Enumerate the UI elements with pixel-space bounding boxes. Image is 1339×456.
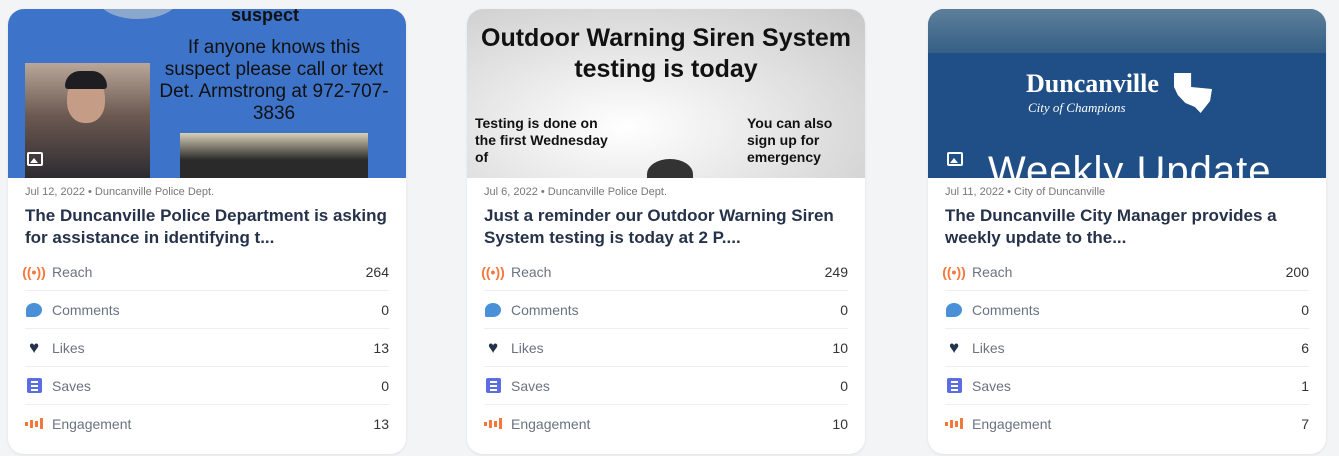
metric-value: 6 [1301,339,1309,356]
post-meta: Jul 6, 2022 • Duncanville Police Dept. [484,186,668,198]
metric-label: Likes [511,339,544,356]
engagement-icon [25,418,43,430]
metric-saves: Saves 0 [25,367,389,405]
post-card[interactable]: Duncanville City of Champions Weekly Upd… [928,9,1326,454]
post-meta: Jul 11, 2022 • City of Duncanville [945,186,1106,198]
metric-label: Reach [972,263,1013,280]
comment-icon [485,302,501,317]
metric-value: 249 [824,263,848,280]
post-title[interactable]: The Duncanville Police Department is ask… [25,205,389,249]
siren-image [647,159,693,178]
metric-value: 1 [1301,377,1309,394]
post-thumbnail[interactable]: Outdoor Warning Siren System testing is … [467,9,865,178]
metric-label: Reach [52,263,93,280]
image-icon [27,152,43,166]
heart-icon: ♥ [28,337,40,357]
metric-label: Engagement [511,415,591,432]
thumbnail-left-text: Testing is done on the first Wednesday o… [475,115,608,165]
heart-icon: ♥ [948,337,960,357]
metric-reach: ((•)) Reach 200 [942,253,1309,291]
metric-label: Comments [972,301,1040,318]
metric-label: Comments [511,301,579,318]
thumbnail-title: Outdoor Warning Siren System testing is … [481,24,851,83]
metric-engagement: Engagement 10 [484,405,848,442]
metric-label: Engagement [972,415,1052,432]
save-icon [946,378,962,393]
metric-label: Saves [972,377,1011,394]
save-icon [26,378,42,393]
post-meta: Jul 12, 2022 • Duncanville Police Dept. [25,186,215,198]
engagement-icon [945,418,963,430]
metric-value: 0 [840,377,848,394]
metric-engagement: Engagement 13 [25,405,389,442]
metric-value: 200 [1285,263,1309,280]
metric-value: 13 [373,339,389,356]
metric-comments: Comments 0 [25,291,389,329]
metric-value: 0 [1301,301,1309,318]
image-icon [947,152,963,166]
post-card[interactable]: Outdoor Warning Siren System testing is … [467,9,865,454]
metric-saves: Saves 1 [945,367,1309,405]
metric-engagement: Engagement 7 [945,405,1309,442]
city-logo-text: Duncanville [1026,69,1159,98]
metric-value: 0 [381,301,389,318]
metric-likes: ♥ Likes 6 [945,329,1309,367]
metric-value: 7 [1301,415,1309,432]
texas-logo-icon [1174,73,1212,113]
comment-icon [26,302,42,317]
metric-likes: ♥ Likes 13 [25,329,389,367]
motorcycle-photo [180,133,368,178]
metric-value: 264 [365,263,389,280]
save-icon [485,378,501,393]
metric-comments: Comments 0 [484,291,848,329]
metric-label: Comments [52,301,120,318]
metric-value: 10 [832,339,848,356]
thumbnail-heading: suspect [231,9,300,25]
park-photo [928,9,1326,53]
thumbnail-text: If anyone knows this suspect please call… [159,37,389,124]
metric-reach: ((•)) Reach 249 [481,253,848,291]
reach-icon: ((•)) [481,263,505,280]
suspect-photo [25,63,150,178]
city-tagline: City of Champions [1028,100,1126,115]
metric-label: Likes [52,339,85,356]
metric-comments: Comments 0 [945,291,1309,329]
metrics-list: ((•)) Reach 249 Comments 0 ♥ Likes 10 Sa… [481,253,848,442]
thumbnail-right-text: You can also sign up for emergency [747,115,833,165]
police-badge-image [98,9,178,19]
metric-reach: ((•)) Reach 264 [22,253,389,291]
metric-value: 10 [832,415,848,432]
metric-label: Saves [52,377,91,394]
metric-likes: ♥ Likes 10 [484,329,848,367]
heart-icon: ♥ [487,337,499,357]
metric-label: Likes [972,339,1005,356]
metric-label: Reach [511,263,552,280]
post-title[interactable]: Just a reminder our Outdoor Warning Sire… [484,205,848,249]
reach-icon: ((•)) [942,263,966,280]
metric-saves: Saves 0 [484,367,848,405]
post-title[interactable]: The Duncanville City Manager provides a … [945,205,1309,249]
metrics-list: ((•)) Reach 200 Comments 0 ♥ Likes 6 Sav… [942,253,1309,442]
engagement-icon [484,418,502,430]
metric-label: Engagement [52,415,132,432]
metric-value: 0 [381,377,389,394]
metric-value: 13 [373,415,389,432]
post-card[interactable]: suspect If anyone knows this suspect ple… [8,9,406,454]
post-thumbnail[interactable]: suspect If anyone knows this suspect ple… [8,9,406,178]
metrics-list: ((•)) Reach 264 Comments 0 ♥ Likes 13 Sa… [22,253,389,442]
post-thumbnail[interactable]: Duncanville City of Champions Weekly Upd… [928,9,1326,178]
metric-label: Saves [511,377,550,394]
comment-icon [946,302,962,317]
thumbnail-overlay-text: Weekly Update [988,149,1272,178]
metric-value: 0 [840,301,848,318]
reach-icon: ((•)) [22,263,46,280]
